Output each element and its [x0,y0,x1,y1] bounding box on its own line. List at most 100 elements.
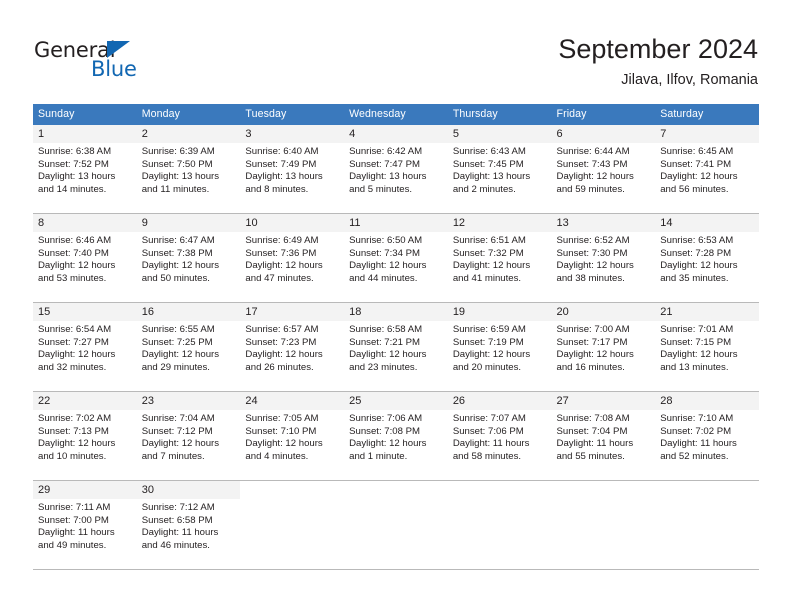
sunrise-text: Sunrise: 7:05 AM [245,413,319,424]
day-details: Sunrise: 6:54 AM Sunset: 7:27 PM Dayligh… [33,321,137,374]
day-details: Sunrise: 7:00 AM Sunset: 7:17 PM Dayligh… [552,321,656,374]
day-number: 29 [33,481,137,499]
calendar-day-cell[interactable]: 11 Sunrise: 6:50 AM Sunset: 7:34 PM Dayl… [344,214,448,302]
daylight-text-line2: and 32 minutes. [38,361,107,373]
sunset-text: Sunset: 7:12 PM [141,425,213,437]
sunrise-text: Sunrise: 6:51 AM [452,235,526,246]
sunrise-text: Sunrise: 6:44 AM [556,146,630,157]
day-details: Sunrise: 6:59 AM Sunset: 7:19 PM Dayligh… [448,321,552,374]
daylight-text-line1: Daylight: 12 hours [245,349,323,361]
calendar-day-cell[interactable]: 8 Sunrise: 6:46 AM Sunset: 7:40 PM Dayli… [33,214,137,302]
daylight-text-line1: Daylight: 13 hours [452,171,531,183]
calendar-day-cell[interactable]: 10 Sunrise: 6:49 AM Sunset: 7:36 PM Dayl… [240,214,345,302]
daylight-text-line2: and 52 minutes. [660,450,729,462]
calendar-day-cell[interactable]: 30 Sunrise: 7:12 AM Sunset: 6:58 PM Dayl… [136,481,241,569]
daylight-text-line1: Daylight: 12 hours [141,349,220,361]
weekday-header-saturday: Saturday [660,108,704,120]
sunrise-text: Sunrise: 7:07 AM [452,413,526,424]
daylight-text-line1: Daylight: 12 hours [556,171,634,183]
sunrise-text: Sunrise: 7:06 AM [349,413,423,424]
sunset-text: Sunset: 7:32 PM [452,247,524,259]
daylight-text-line1: Daylight: 12 hours [349,349,427,361]
sunset-text: Sunset: 6:58 PM [141,514,213,526]
day-number: 21 [655,303,759,321]
daylight-text-line2: and 53 minutes. [38,272,107,284]
sunset-text: Sunset: 7:30 PM [556,247,628,259]
calendar-day-cell[interactable]: 2 Sunrise: 6:39 AM Sunset: 7:50 PM Dayli… [136,125,241,213]
sunrise-text: Sunrise: 6:38 AM [38,146,112,157]
daylight-text-line2: and 4 minutes. [245,450,309,462]
calendar-day-cell[interactable]: 12 Sunrise: 6:51 AM Sunset: 7:32 PM Dayl… [447,214,552,302]
calendar-day-cell[interactable]: 23 Sunrise: 7:04 AM Sunset: 7:12 PM Dayl… [136,392,241,480]
calendar-day-cell[interactable]: 24 Sunrise: 7:05 AM Sunset: 7:10 PM Dayl… [240,392,345,480]
daylight-text-line2: and 38 minutes. [556,272,625,284]
day-details: Sunrise: 6:49 AM Sunset: 7:36 PM Dayligh… [240,232,344,285]
calendar-day-cell[interactable]: 15 Sunrise: 6:54 AM Sunset: 7:27 PM Dayl… [33,303,137,391]
day-number: 15 [33,303,137,321]
calendar-day-cell[interactable]: 9 Sunrise: 6:47 AM Sunset: 7:38 PM Dayli… [136,214,241,302]
day-number: 11 [344,214,448,232]
calendar-day-cell[interactable]: 4 Sunrise: 6:42 AM Sunset: 7:47 PM Dayli… [344,125,448,213]
sunset-text: Sunset: 7:25 PM [141,336,213,348]
day-details: Sunrise: 6:45 AM Sunset: 7:41 PM Dayligh… [655,143,759,196]
daylight-text-line1: Daylight: 11 hours [38,527,115,539]
day-number: 24 [240,392,345,410]
day-number [551,481,656,499]
day-details: Sunrise: 6:44 AM Sunset: 7:43 PM Dayligh… [552,143,656,196]
calendar-day-cell[interactable]: 27 Sunrise: 7:08 AM Sunset: 7:04 PM Dayl… [551,392,656,480]
day-number [240,481,345,499]
sunset-text: Sunset: 7:47 PM [349,158,421,170]
daylight-text-line2: and 44 minutes. [349,272,418,284]
daylight-text-line1: Daylight: 13 hours [141,171,220,183]
sunset-text: Sunset: 7:40 PM [38,247,109,259]
daylight-text-line1: Daylight: 12 hours [452,349,531,361]
calendar-day-cell[interactable]: 7 Sunrise: 6:45 AM Sunset: 7:41 PM Dayli… [655,125,759,213]
calendar-day-cell[interactable]: 3 Sunrise: 6:40 AM Sunset: 7:49 PM Dayli… [240,125,345,213]
sunset-text: Sunset: 7:23 PM [245,336,317,348]
daylight-text-line2: and 14 minutes. [38,183,107,195]
day-number: 20 [551,303,656,321]
calendar-day-cell[interactable]: 17 Sunrise: 6:57 AM Sunset: 7:23 PM Dayl… [240,303,345,391]
calendar-page: General Blue September 2024 Jilava, Ilfo… [0,0,792,612]
sunset-text: Sunset: 7:00 PM [38,514,109,526]
day-number: 26 [447,392,552,410]
calendar-day-cell[interactable]: 21 Sunrise: 7:01 AM Sunset: 7:15 PM Dayl… [655,303,759,391]
day-number: 9 [136,214,241,232]
sunrise-text: Sunrise: 7:02 AM [38,413,112,424]
sunrise-text: Sunrise: 7:10 AM [660,413,734,424]
logo-text-blue: Blue [91,57,137,81]
calendar-day-cell[interactable]: 18 Sunrise: 6:58 AM Sunset: 7:21 PM Dayl… [344,303,448,391]
daylight-text-line1: Daylight: 12 hours [38,349,116,361]
daylight-text-line1: Daylight: 11 hours [556,438,634,450]
daylight-text-line2: and 13 minutes. [660,361,729,373]
day-details: Sunrise: 7:10 AM Sunset: 7:02 PM Dayligh… [655,410,759,463]
calendar-day-cell[interactable]: 1 Sunrise: 6:38 AM Sunset: 7:52 PM Dayli… [33,125,137,213]
calendar-day-cell[interactable]: 29 Sunrise: 7:11 AM Sunset: 7:00 PM Dayl… [33,481,137,569]
daylight-text-line2: and 58 minutes. [452,450,522,462]
sunrise-text: Sunrise: 6:45 AM [660,146,734,157]
calendar-day-cell[interactable]: 5 Sunrise: 6:43 AM Sunset: 7:45 PM Dayli… [447,125,552,213]
daylight-text-line2: and 26 minutes. [245,361,314,373]
day-number: 14 [655,214,759,232]
blue-triangle-icon [107,41,130,58]
page-header: General Blue September 2024 Jilava, Ilfo… [0,0,792,100]
weekday-header-tuesday: Tuesday [245,108,287,120]
day-number: 27 [551,392,656,410]
general-blue-logo[interactable]: General Blue [34,38,234,86]
daylight-text-line1: Daylight: 12 hours [660,349,738,361]
sunset-text: Sunset: 7:50 PM [141,158,213,170]
calendar-day-cell[interactable]: 6 Sunrise: 6:44 AM Sunset: 7:43 PM Dayli… [551,125,656,213]
calendar-day-cell[interactable]: 19 Sunrise: 6:59 AM Sunset: 7:19 PM Dayl… [447,303,552,391]
calendar-day-cell[interactable]: 22 Sunrise: 7:02 AM Sunset: 7:13 PM Dayl… [33,392,137,480]
calendar-day-cell[interactable]: 13 Sunrise: 6:52 AM Sunset: 7:30 PM Dayl… [551,214,656,302]
calendar-day-cell[interactable]: 28 Sunrise: 7:10 AM Sunset: 7:02 PM Dayl… [655,392,759,480]
sunset-text: Sunset: 7:19 PM [452,336,524,348]
weekday-header-thursday: Thursday [452,108,498,120]
calendar-day-cell[interactable]: 20 Sunrise: 7:00 AM Sunset: 7:17 PM Dayl… [551,303,656,391]
calendar-day-cell[interactable]: 14 Sunrise: 6:53 AM Sunset: 7:28 PM Dayl… [655,214,759,302]
daylight-text-line1: Daylight: 12 hours [141,438,220,450]
calendar-day-cell[interactable]: 16 Sunrise: 6:55 AM Sunset: 7:25 PM Dayl… [136,303,241,391]
daylight-text-line1: Daylight: 13 hours [245,171,323,183]
calendar-day-cell[interactable]: 25 Sunrise: 7:06 AM Sunset: 7:08 PM Dayl… [344,392,448,480]
calendar-day-cell[interactable]: 26 Sunrise: 7:07 AM Sunset: 7:06 PM Dayl… [447,392,552,480]
